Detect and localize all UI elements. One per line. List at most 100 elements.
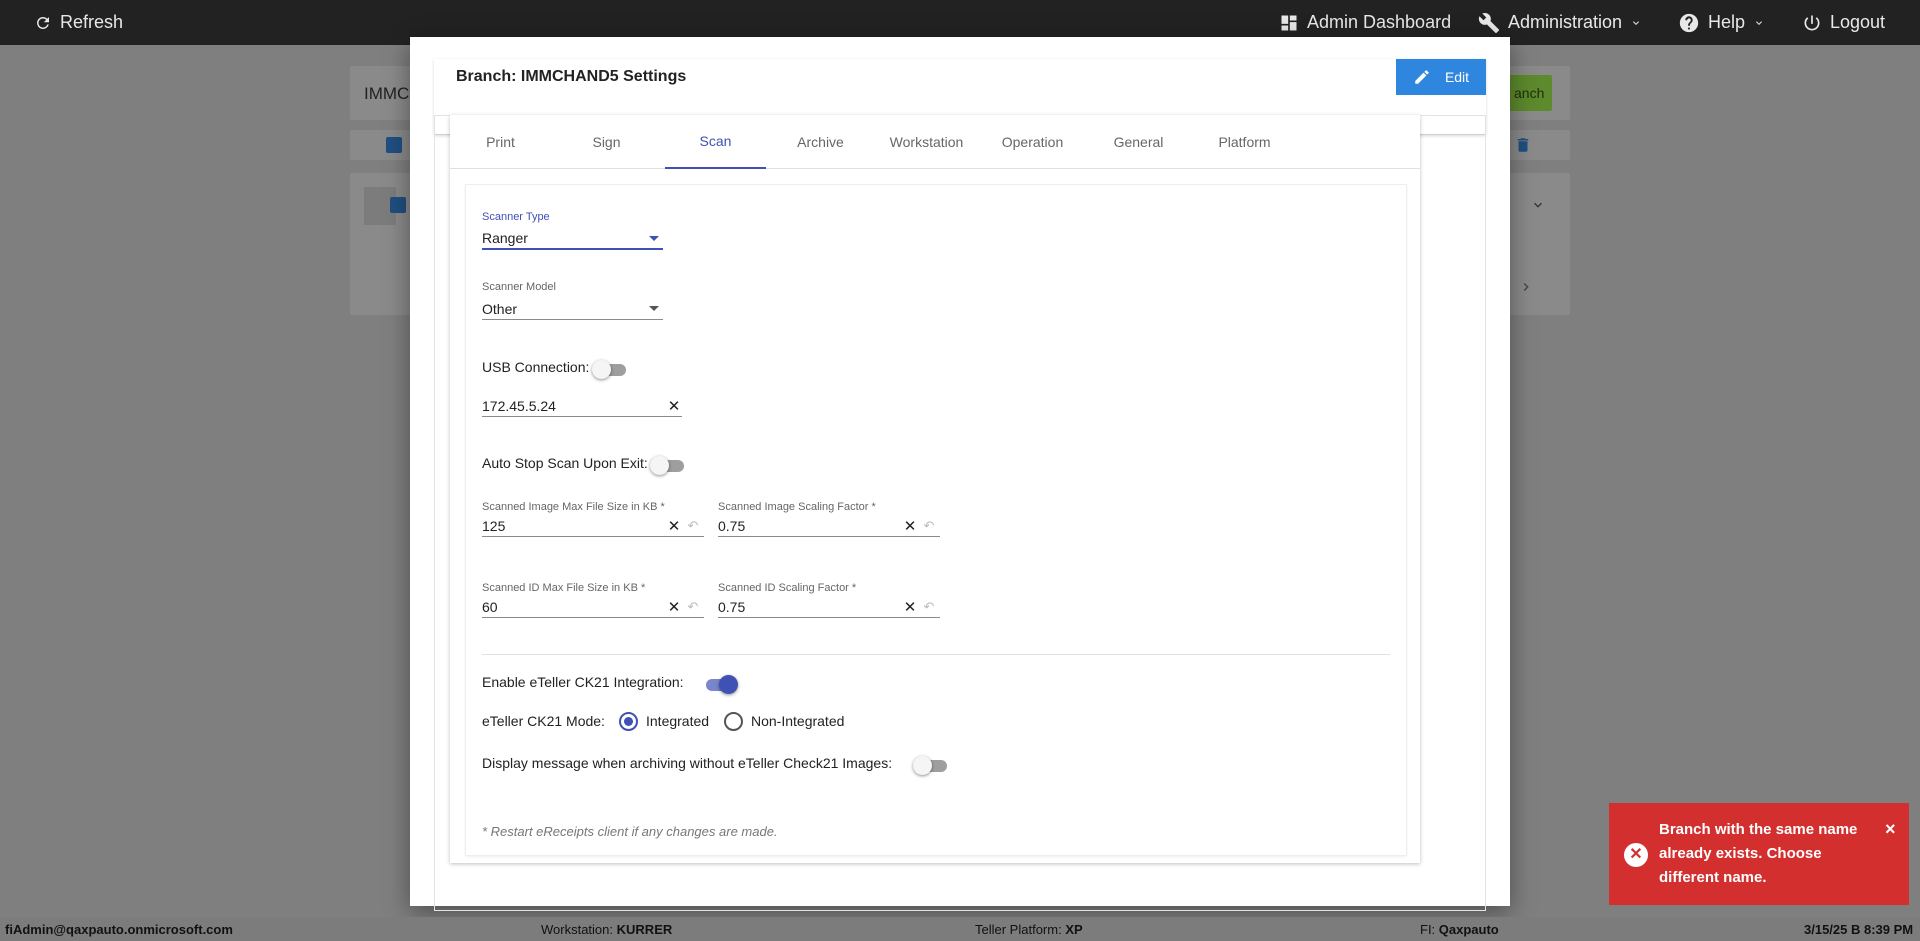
mode-non-integrated-label: Non-Integrated (751, 713, 845, 729)
platform-label: Teller Platform: (975, 922, 1062, 937)
tab-platform[interactable]: Platform (1194, 115, 1295, 169)
scanner-model-select[interactable]: Other (482, 298, 663, 320)
scan-settings-content: Scanner Type Ranger Scanner Model Other … (466, 185, 1406, 855)
close-icon[interactable]: × (1885, 817, 1896, 841)
mode-non-integrated-radio[interactable] (724, 712, 743, 731)
refresh-label: Refresh (60, 12, 124, 32)
scanner-type-label: Scanner Type (482, 211, 550, 223)
row-checkbox[interactable] (390, 197, 406, 213)
tab-operation[interactable]: Operation (982, 115, 1083, 169)
eteller-enable-label: Enable eTeller CK21 Integration: (482, 674, 684, 690)
usb-connection-label: USB Connection: (482, 359, 590, 375)
workstation-value: KURRER (616, 922, 673, 937)
mode-integrated-label: Integrated (646, 713, 710, 729)
error-icon: ✕ (1624, 843, 1648, 867)
id-max-size-input[interactable]: 60 ✕ ↶ (482, 596, 704, 618)
tab-scan[interactable]: Scan (665, 115, 766, 169)
power-icon (1804, 15, 1820, 30)
auto-stop-label: Auto Stop Scan Upon Exit: (482, 455, 648, 471)
chevron-down-icon (1633, 20, 1640, 25)
background-search-value: IMMCI (364, 84, 415, 103)
undo-icon[interactable]: ↶ (918, 599, 940, 615)
workstation-label: Workstation: (541, 922, 614, 937)
toast-message: Branch with the same name already exists… (1659, 821, 1858, 886)
undo-icon[interactable]: ↶ (682, 599, 704, 615)
tab-workstation[interactable]: Workstation (876, 115, 977, 169)
add-branch-label-partial: anch (1514, 85, 1545, 101)
clear-icon[interactable]: ✕ (666, 517, 682, 535)
logout-label: Logout (1830, 12, 1886, 32)
logout-button[interactable]: Logout (1802, 0, 1885, 45)
settings-tabs: Print Sign Scan Archive Workstation Oper… (450, 115, 1420, 169)
branch-settings-modal: Branch: IMMCHAND5 Settings Edit Print Si… (410, 37, 1510, 911)
display-message-toggle[interactable] (913, 755, 949, 775)
dropdown-arrow-icon (649, 306, 659, 311)
footer-datetime: 3/15/25 B 8:39 PM (1804, 922, 1913, 937)
wrench-icon (1478, 12, 1500, 33)
clear-icon[interactable]: ✕ (902, 517, 918, 535)
id-max-size-label: Scanned ID Max File Size in KB * (482, 582, 646, 594)
scanner-model-label: Scanner Model (482, 281, 556, 293)
help-label: Help (1708, 12, 1746, 32)
edit-label: Edit (1444, 69, 1470, 85)
footer-user-value: fiAdmin@qaxpauto.onmicrosoft.com (5, 922, 233, 937)
eteller-enable-toggle[interactable] (702, 674, 738, 694)
id-scaling-label: Scanned ID Scaling Factor * (718, 582, 857, 594)
administration-label: Administration (1508, 12, 1623, 32)
tab-general[interactable]: General (1088, 115, 1189, 169)
ip-address-value: 172.45.5.24 (482, 397, 556, 414)
chevron-down-icon[interactable] (1530, 197, 1546, 213)
section-divider (482, 654, 1390, 655)
settings-panel: Print Sign Scan Archive Workstation Oper… (450, 115, 1420, 863)
footer-fi: FI: Qaxpauto (1420, 922, 1499, 937)
error-toast: ✕ Branch with the same name already exis… (1609, 803, 1909, 905)
footer-platform: Teller Platform: XP (975, 922, 1083, 937)
id-scaling-input[interactable]: 0.75 ✕ ↶ (718, 596, 940, 618)
image-max-size-label: Scanned Image Max File Size in KB * (482, 501, 665, 513)
footer-workstation: Workstation: KURRER (541, 922, 672, 937)
undo-icon[interactable]: ↶ (682, 518, 704, 534)
fi-label: FI: (1420, 922, 1436, 937)
help-menu[interactable]: Help (1678, 0, 1765, 45)
tab-print[interactable]: Print (450, 115, 551, 169)
image-scaling-input[interactable]: 0.75 ✕ ↶ (718, 515, 940, 537)
tab-sign[interactable]: Sign (556, 115, 657, 169)
pencil-icon (1415, 70, 1429, 84)
undo-icon[interactable]: ↶ (918, 518, 940, 534)
image-max-size-input[interactable]: 125 ✕ ↶ (482, 515, 704, 537)
modal-title: Branch: IMMCHAND5 Settings (456, 68, 687, 85)
ip-address-input[interactable]: 172.45.5.24 ✕ (482, 395, 682, 417)
image-max-size-value: 125 (482, 517, 506, 534)
eteller-mode-label: eTeller CK21 Mode: (482, 713, 605, 729)
datetime-value: 3/15/25 B 8:39 PM (1804, 922, 1914, 937)
footer-user: fiAdmin@qaxpauto.onmicrosoft.com (5, 922, 233, 937)
refresh-icon (36, 16, 49, 29)
scanner-type-value: Ranger (482, 230, 528, 246)
clear-icon[interactable]: ✕ (666, 598, 682, 616)
help-icon (1679, 13, 1699, 32)
id-max-size-value: 60 (482, 598, 498, 615)
dropdown-arrow-icon (649, 235, 659, 241)
chevron-right-icon[interactable] (1518, 279, 1534, 295)
delete-icon[interactable] (1514, 135, 1532, 155)
id-scaling-value: 0.75 (718, 598, 746, 615)
select-all-checkbox[interactable] (386, 137, 402, 153)
image-scaling-value: 0.75 (718, 517, 746, 534)
clear-icon[interactable]: ✕ (666, 397, 682, 415)
edit-button[interactable]: Edit (1396, 59, 1486, 95)
auto-stop-toggle[interactable] (650, 455, 686, 475)
image-scaling-label: Scanned Image Scaling Factor * (718, 501, 876, 513)
usb-connection-toggle[interactable] (592, 359, 628, 379)
chevron-down-icon (1756, 20, 1763, 25)
fi-value: Qaxpauto (1438, 922, 1499, 937)
scanner-type-select[interactable]: Ranger (482, 228, 663, 250)
refresh-button[interactable]: Refresh (34, 0, 123, 45)
clear-icon[interactable]: ✕ (902, 598, 918, 616)
dashboard-icon (1281, 15, 1297, 30)
mode-integrated-radio[interactable] (619, 712, 638, 731)
platform-value: XP (1065, 922, 1083, 937)
restart-note: * Restart eReceipts client if any change… (482, 824, 778, 839)
tab-archive[interactable]: Archive (770, 115, 871, 169)
scanner-model-value: Other (482, 300, 518, 317)
admin-dashboard-label: Admin Dashboard (1307, 12, 1452, 32)
